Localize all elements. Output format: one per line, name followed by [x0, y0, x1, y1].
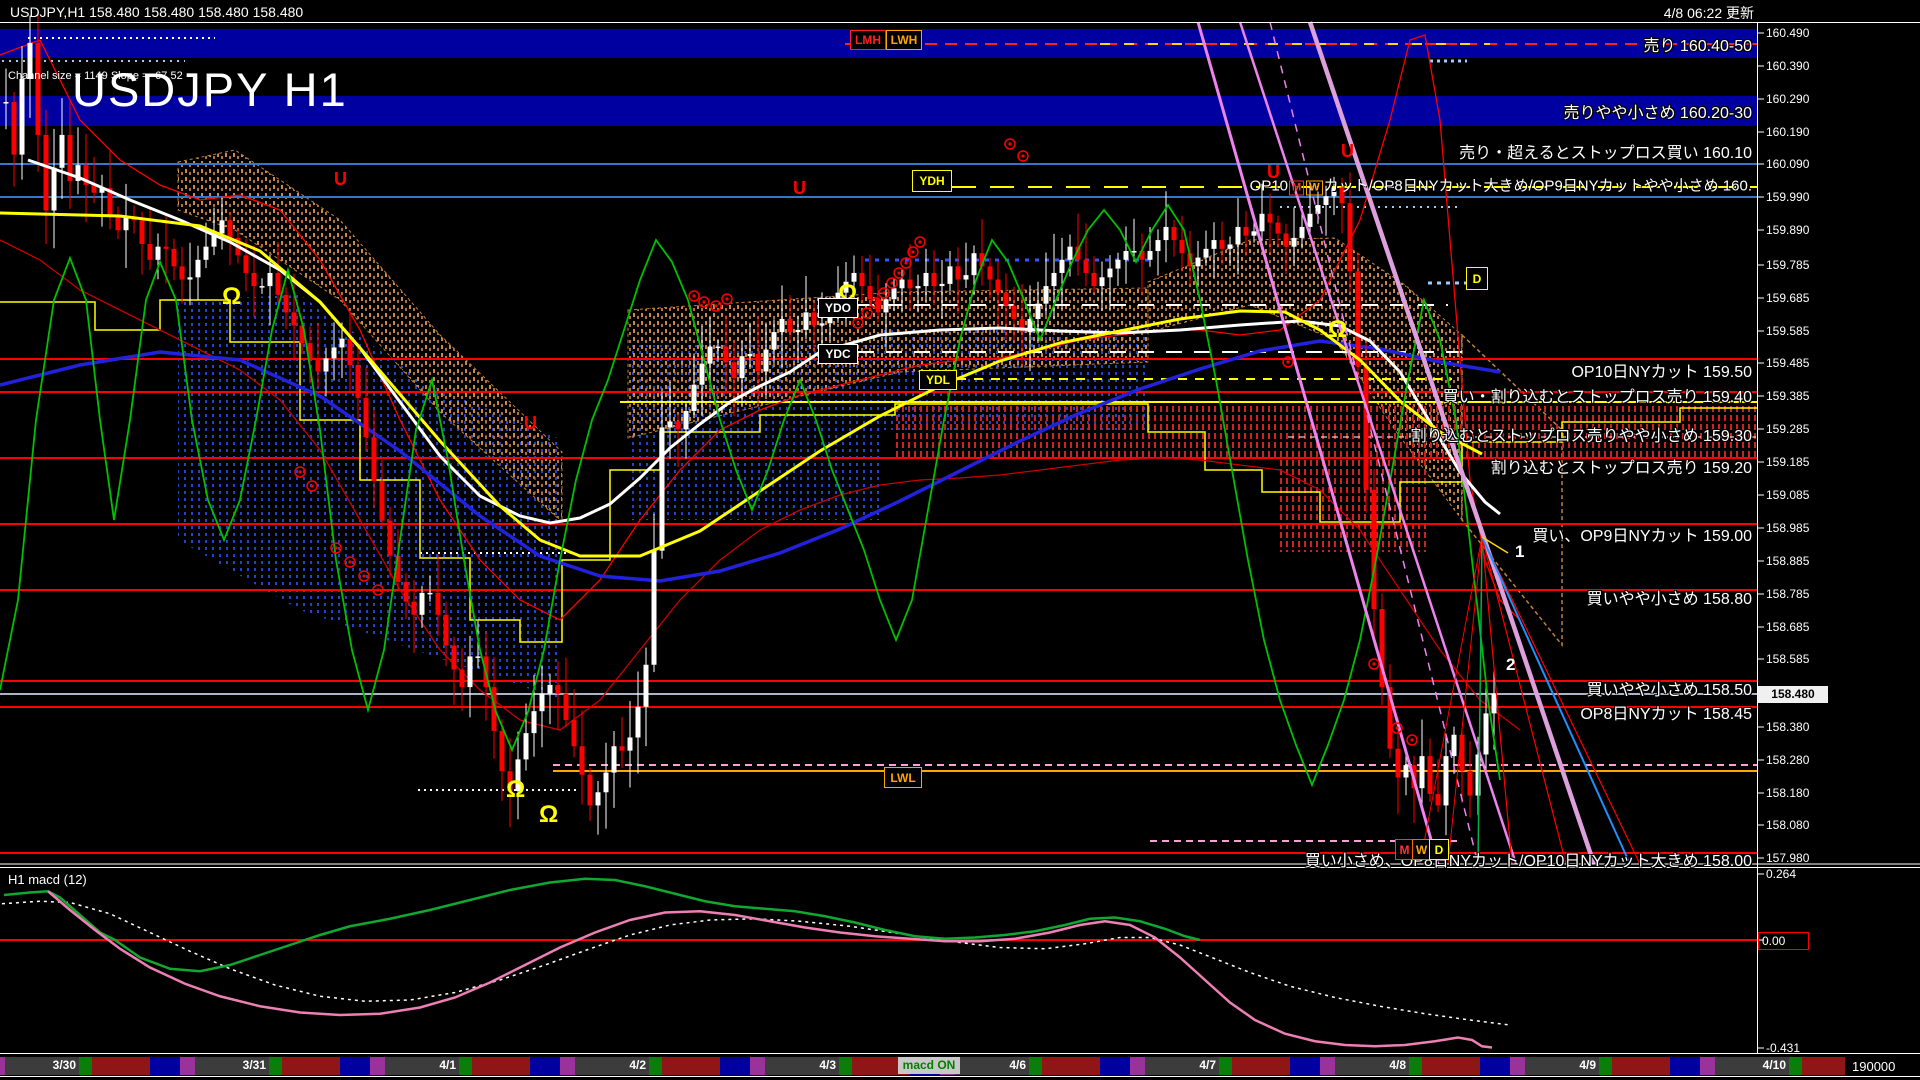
volume-label: 190000: [1852, 1059, 1896, 1074]
svg-text:U: U: [524, 413, 537, 433]
svg-text:Ω: Ω: [506, 776, 525, 803]
timeline-segment: [472, 1057, 530, 1075]
svg-text:U: U: [334, 169, 347, 189]
symbol-ohlc-info: USDJPY,H1 158.480 158.480 158.480 158.48…: [10, 4, 304, 20]
timeline-segment: [459, 1057, 472, 1075]
svg-text:U: U: [1267, 162, 1280, 182]
timeline-segment: [750, 1057, 765, 1075]
date-label: 4/9: [1579, 1058, 1596, 1072]
timeline-segment: [1320, 1057, 1335, 1075]
timeline-segment: [282, 1057, 340, 1075]
svg-text:1: 1: [1515, 542, 1524, 561]
timeline-segment: [1219, 1057, 1232, 1075]
svg-text:U: U: [1341, 141, 1354, 161]
timeline-segment: [1029, 1057, 1042, 1075]
timeline-segment: [269, 1057, 282, 1075]
svg-text:Ω: Ω: [222, 283, 241, 310]
date-label: 4/6: [1009, 1058, 1026, 1072]
timeline-segment: [1409, 1057, 1422, 1075]
date-label: 4/7: [1199, 1058, 1216, 1072]
timeline-segment: [1789, 1057, 1802, 1075]
timeline-segment: [1670, 1057, 1700, 1075]
update-timestamp: 4/8 06:22 更新: [1663, 5, 1754, 21]
timeline-segment: [1422, 1057, 1480, 1075]
timeline-segment: [1130, 1057, 1145, 1075]
chart-canvas[interactable]: Ω ΩΩΩΩU UUUU12: [0, 0, 1920, 1080]
timeline-segment: [662, 1057, 720, 1075]
timeline-segment: [150, 1057, 180, 1075]
timeline-segment: [560, 1057, 575, 1075]
timeline-segment: [720, 1057, 750, 1075]
macd-on-button[interactable]: macd ON: [898, 1057, 960, 1074]
timeline-segment: [180, 1057, 195, 1075]
svg-text:Ω: Ω: [1328, 316, 1347, 343]
timeline-segment: [1290, 1057, 1320, 1075]
chart-titlebar: USDJPY,H1 158.480 158.480 158.480 158.48…: [0, 0, 1920, 22]
timeline-segment: [92, 1057, 150, 1075]
date-label: 4/10: [1762, 1058, 1786, 1072]
date-label: 3/30: [52, 1058, 76, 1072]
mt4-window: USDJPY,H1 158.480 158.480 158.480 158.48…: [0, 0, 1920, 1080]
timeline-segment: [1599, 1057, 1612, 1075]
timeline-segment: [1100, 1057, 1130, 1075]
date-label: 4/2: [629, 1058, 646, 1072]
date-label: 4/3: [819, 1058, 836, 1072]
timeline-segment: [1700, 1057, 1715, 1075]
svg-text:Ω: Ω: [539, 801, 558, 828]
timeline-segment: [79, 1057, 92, 1075]
date-label: 3/31: [242, 1058, 266, 1072]
timeline-segment: [1510, 1057, 1525, 1075]
timeline-segment: [839, 1057, 852, 1075]
timeline-segment: [649, 1057, 662, 1075]
timeline-segment: [340, 1057, 370, 1075]
timeline-segment: [370, 1057, 385, 1075]
current-price-box: 158.480: [1758, 686, 1828, 703]
date-label: 4/1: [439, 1058, 456, 1072]
timeline-segment: [1612, 1057, 1670, 1075]
svg-text:Ω: Ω: [838, 280, 857, 307]
macd-indicator-label: H1 macd (12): [8, 872, 87, 887]
channel-info-label: Channel size = 1149 Slope = -67.52: [8, 70, 183, 82]
macd-zero-box: 0.00: [1758, 932, 1809, 950]
svg-text:2: 2: [1506, 655, 1515, 674]
timeline-segment: [1232, 1057, 1290, 1075]
timeline-segment: [1480, 1057, 1510, 1075]
timeline-segment: [1042, 1057, 1100, 1075]
timeline-segment: [1802, 1057, 1845, 1075]
timeline-segment: [530, 1057, 560, 1075]
date-label: 4/8: [1389, 1058, 1406, 1072]
svg-text:U: U: [793, 178, 806, 198]
